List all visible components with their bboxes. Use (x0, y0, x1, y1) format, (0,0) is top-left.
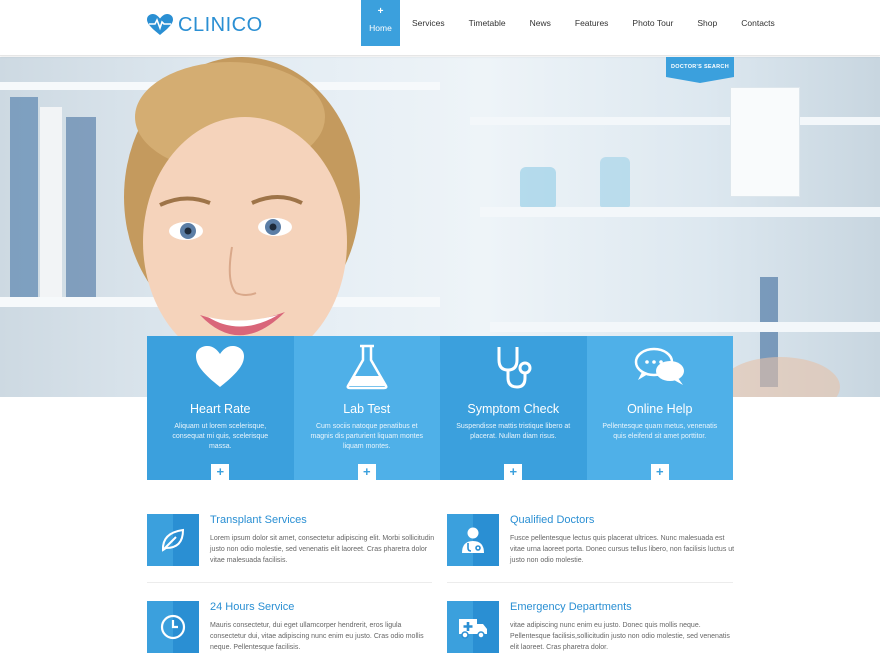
feature-title: Online Help (627, 402, 693, 416)
nav-item-label: Shop (697, 18, 718, 28)
expand-plus-button[interactable]: + (211, 464, 230, 480)
service-icon-box (447, 601, 499, 653)
service-description: Lorem ipsum dolor sit amet, consectetur … (210, 535, 435, 564)
feature-title: Heart Rate (190, 402, 251, 416)
service-title[interactable]: Qualified Doctors (510, 514, 594, 526)
feature-description: Aliquam ut lorem scelerisque, consequat … (172, 423, 269, 450)
nav-item-shop[interactable]: Shop (685, 0, 729, 46)
leaf-icon (161, 528, 185, 552)
site-header: CLINICO + Home Services Timetable News F… (0, 0, 880, 56)
expand-plus-button[interactable]: + (504, 464, 523, 480)
doctors-search-tab[interactable]: DOCTOR'S SEARCH (666, 57, 734, 83)
nav-item-label: Services (412, 18, 445, 28)
nav-item-contacts[interactable]: Contacts (729, 0, 787, 46)
feature-lab-test[interactable]: Lab Test Cum sociis natoque penatibus et… (293, 336, 440, 480)
service-description: Fusce pellentesque lectus quis placerat … (510, 535, 735, 564)
service-title[interactable]: Transplant Services (210, 514, 307, 526)
feature-heart-rate[interactable]: Heart Rate Aliquam ut lorem scelerisque,… (147, 336, 294, 480)
heart-pulse-icon (147, 14, 173, 35)
doctor-icon (462, 527, 484, 553)
service-title[interactable]: Emergency Departments (510, 601, 632, 613)
nav-item-label: Photo Tour (632, 18, 674, 28)
section-divider (147, 582, 432, 583)
chat-icon (634, 347, 684, 385)
service-description: vitae adipiscing nunc enim eu justo. Don… (510, 622, 730, 651)
stethoscope-icon (497, 347, 532, 389)
nav-item-label: Contacts (741, 18, 775, 28)
section-divider (447, 582, 733, 583)
service-icon-box (447, 514, 499, 566)
service-description: Mauris consectetur, dui eget ullamcorper… (210, 622, 424, 651)
nav-item-services[interactable]: Services (400, 0, 457, 46)
nav-item-photo-tour[interactable]: Photo Tour (620, 0, 685, 46)
nav-item-news[interactable]: News (518, 0, 563, 46)
expand-plus-button[interactable]: + (357, 464, 376, 480)
service-icon-box (147, 601, 199, 653)
feature-description: Pellentesque quam metus, venenatis quis … (602, 423, 718, 440)
brand-name: CLINICO (178, 13, 263, 36)
feature-description: Cum sociis natoque penatibus et magnis d… (310, 423, 423, 450)
logo[interactable]: CLINICO (146, 13, 263, 37)
nav-plus-icon: + (377, 6, 384, 17)
nav-item-timetable[interactable]: Timetable (457, 0, 518, 46)
feature-description: Suspendisse mattis tristique libero at p… (456, 423, 571, 440)
ambulance-icon (459, 619, 487, 639)
nav-item-label: Home (369, 23, 392, 33)
feature-boxes: Heart Rate Aliquam ut lorem scelerisque,… (147, 336, 733, 480)
service-icon-box (147, 514, 199, 566)
heart-icon (196, 346, 245, 387)
expand-plus-button[interactable]: + (650, 464, 669, 480)
clock-icon (160, 614, 186, 640)
service-title[interactable]: 24 Hours Service (210, 601, 294, 613)
nav-item-label: Features (574, 18, 609, 28)
flask-icon (346, 344, 388, 390)
feature-online-help[interactable]: Online Help Pellentesque quam metus, ven… (586, 336, 733, 480)
main-nav: + Home Services Timetable News Features … (361, 0, 787, 46)
feature-title: Lab Test (343, 402, 391, 416)
nav-item-label: News (529, 18, 551, 28)
nav-item-home[interactable]: + Home (361, 0, 400, 46)
nav-item-features[interactable]: Features (563, 0, 621, 46)
feature-title: Symptom Check (467, 402, 560, 416)
nav-item-label: Timetable (468, 18, 506, 28)
feature-symptom-check[interactable]: Symptom Check Suspendisse mattis tristiq… (440, 336, 587, 480)
